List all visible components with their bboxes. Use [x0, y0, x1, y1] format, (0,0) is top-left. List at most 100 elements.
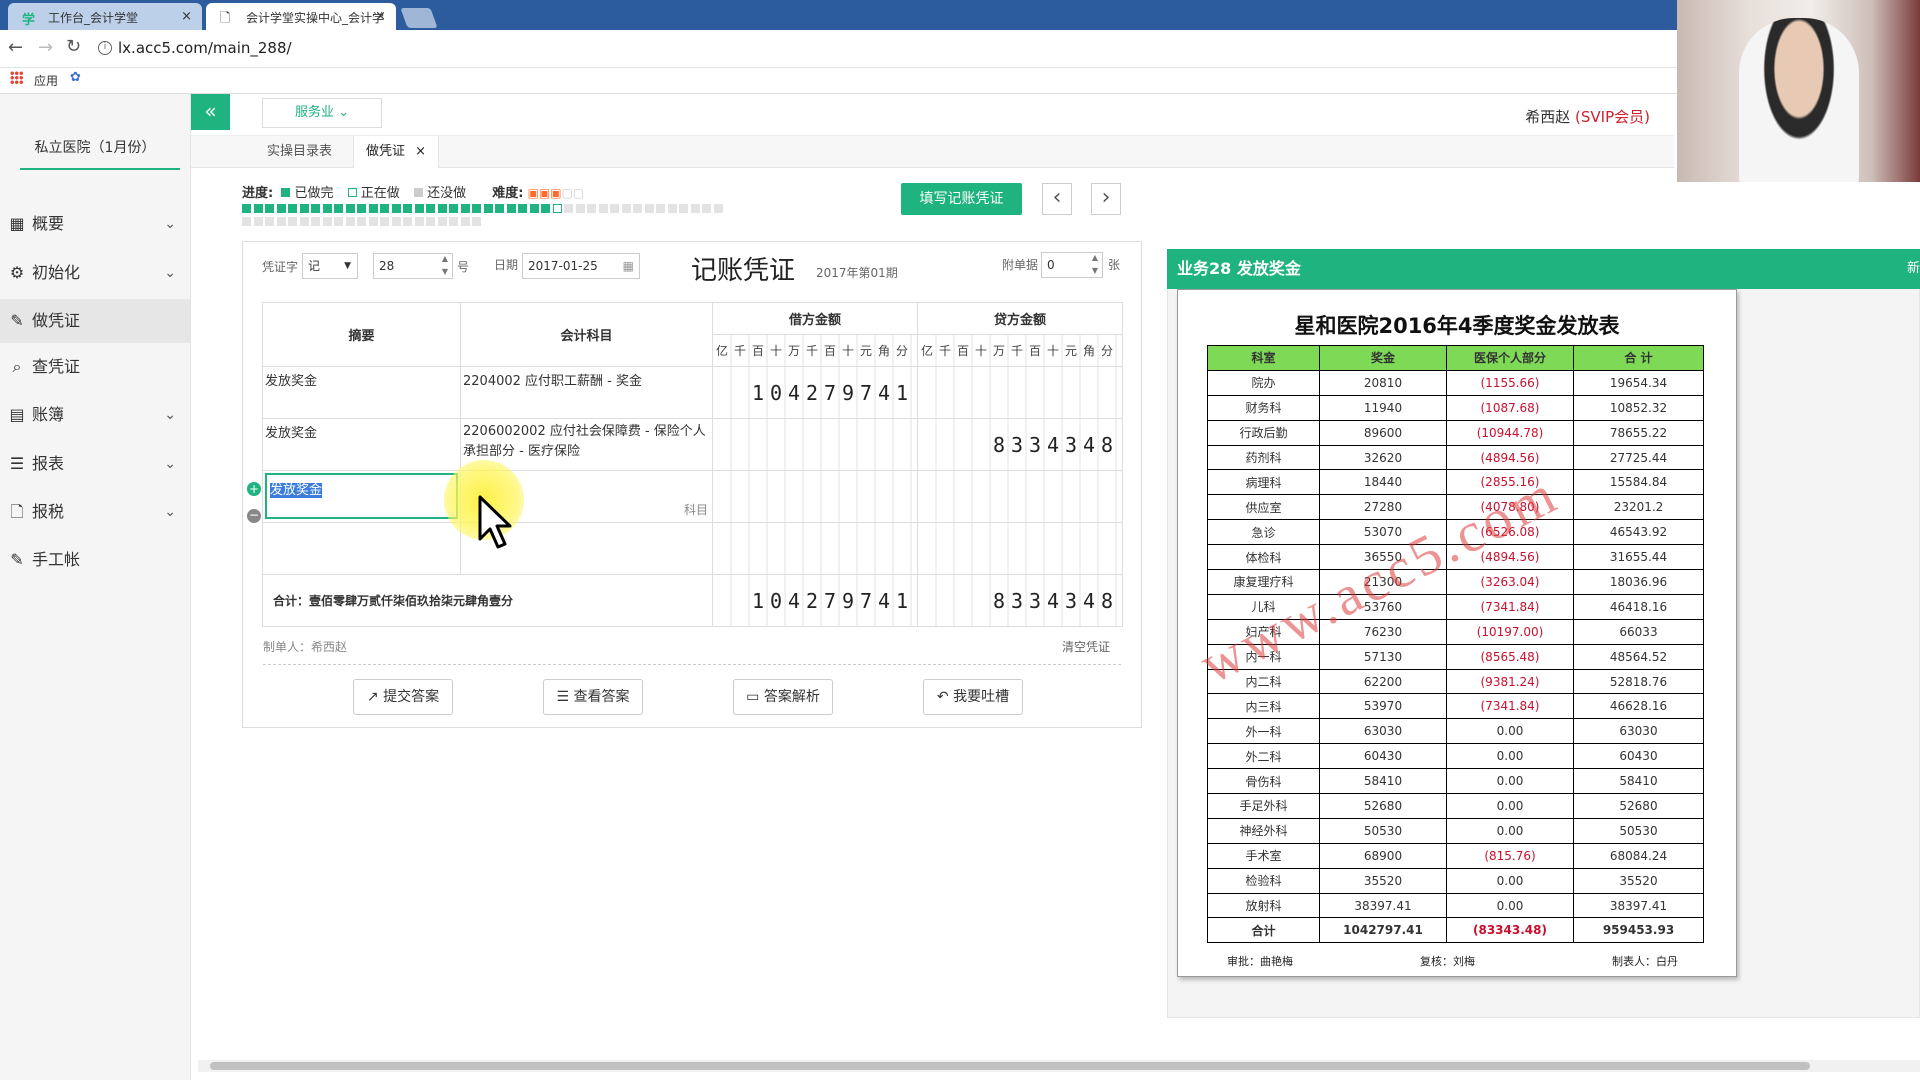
progress-square[interactable]	[483, 204, 493, 213]
progress-square[interactable]	[391, 217, 401, 226]
clear-voucher-link[interactable]: 清空凭证	[1062, 638, 1110, 655]
answer-analysis-button[interactable]: ▭ 答案解析	[733, 679, 833, 715]
debit-cell[interactable]	[712, 522, 918, 575]
progress-square[interactable]	[288, 217, 297, 226]
summary-cell[interactable]: 发放奖金	[262, 366, 461, 419]
voucher-entry-row[interactable]: 发放奖金 2206002002 应付社会保障费 - 保险个人承担部分 - 医疗保…	[262, 418, 1123, 471]
stepper-arrows-icon[interactable]: ▲ ▼	[1092, 251, 1098, 277]
horizontal-scrollbar[interactable]	[198, 1060, 1920, 1072]
progress-square[interactable]	[713, 204, 723, 213]
stepper-arrows-icon[interactable]: ▲ ▼	[442, 252, 448, 278]
url-text[interactable]: lx.acc5.com/main_288/	[118, 39, 292, 57]
attach-stepper[interactable]: 0 ▲ ▼	[1041, 252, 1103, 278]
progress-square[interactable]	[391, 204, 401, 213]
progress-square[interactable]	[644, 204, 654, 213]
baidu-paw-icon[interactable]: ✿	[70, 70, 81, 85]
browser-tab-workbench[interactable]: 学 工作台_会计学堂 ×	[8, 3, 202, 30]
progress-square[interactable]	[529, 204, 539, 213]
row-add-icon[interactable]: +	[247, 482, 261, 496]
progress-square[interactable]	[265, 204, 274, 213]
progress-square[interactable]	[253, 217, 263, 226]
progress-square[interactable]	[506, 204, 516, 213]
progress-square[interactable]	[276, 217, 286, 226]
progress-square[interactable]	[472, 204, 481, 213]
prev-button[interactable]: ‹	[1042, 183, 1072, 215]
progress-square[interactable]	[288, 204, 297, 213]
fill-voucher-button[interactable]: 填写记账凭证	[901, 183, 1022, 215]
sidebar-item-query-voucher[interactable]: ⌕ 查凭证	[0, 345, 190, 389]
progress-square[interactable]	[426, 204, 435, 213]
progress-square[interactable]	[311, 217, 320, 226]
progress-square[interactable]	[380, 217, 389, 226]
sidebar-item-init[interactable]: ⚙ 初始化 ⌄	[0, 251, 190, 295]
new-tab-button[interactable]	[400, 8, 438, 28]
sidebar-item-tax[interactable]: 🗋 报税 ⌄	[0, 490, 190, 534]
date-input[interactable]: 2017-01-25 ▦	[522, 253, 640, 279]
voucher-word-select[interactable]: 记 ▼	[302, 253, 358, 279]
company-name[interactable]: 私立医院（1月份）	[0, 137, 190, 157]
debit-cell[interactable]: 104279741	[712, 366, 918, 419]
progress-square[interactable]	[552, 204, 562, 213]
progress-square[interactable]	[322, 204, 332, 213]
browser-tab-practice[interactable]: 🗋 会计学堂实操中心_会计学 ×	[206, 3, 396, 30]
voucher-entry-row[interactable]	[262, 522, 1123, 575]
voucher-entry-row[interactable]: 发放奖金 2204002 应付职工薪酬 - 奖金 104279741	[262, 366, 1123, 419]
progress-square[interactable]	[276, 204, 286, 213]
progress-square[interactable]	[679, 204, 688, 213]
progress-square[interactable]	[242, 204, 251, 213]
scrollbar-thumb[interactable]	[210, 1062, 1810, 1070]
progress-square[interactable]	[311, 204, 320, 213]
collapse-sidebar-button[interactable]: «	[191, 94, 230, 130]
progress-square[interactable]	[437, 217, 447, 226]
row-remove-icon[interactable]: −	[247, 509, 261, 523]
progress-square[interactable]	[299, 204, 309, 213]
progress-square[interactable]	[322, 217, 332, 226]
progress-square[interactable]	[702, 204, 711, 213]
info-icon[interactable]: i	[98, 41, 112, 55]
calendar-icon[interactable]: ▦	[623, 254, 634, 278]
credit-cell[interactable]	[917, 366, 1123, 419]
progress-square[interactable]	[564, 204, 573, 213]
business-extra[interactable]: 新	[1907, 249, 1920, 289]
progress-square[interactable]	[690, 204, 700, 213]
progress-square[interactable]	[242, 217, 251, 226]
next-button[interactable]: ›	[1091, 183, 1121, 215]
apps-grid-icon[interactable]	[10, 71, 23, 84]
progress-square[interactable]	[357, 217, 366, 226]
debit-cell[interactable]	[712, 470, 918, 523]
voucher-number-stepper[interactable]: 28 ▲ ▼	[373, 253, 453, 279]
progress-square[interactable]	[403, 217, 412, 226]
progress-square[interactable]	[265, 217, 274, 226]
progress-square[interactable]	[667, 204, 677, 213]
debit-cell[interactable]	[712, 418, 918, 471]
progress-square[interactable]	[380, 204, 389, 213]
sidebar-item-ledger[interactable]: ▤ 账簿 ⌄	[0, 393, 190, 437]
user-info[interactable]: 希西赵 (SVIP会员)	[1525, 106, 1650, 127]
summary-cell[interactable]	[262, 522, 461, 575]
tab-close-icon[interactable]: ×	[375, 9, 386, 24]
sidebar-item-make-voucher[interactable]: ✎ 做凭证	[0, 299, 190, 343]
progress-square[interactable]	[541, 204, 550, 213]
summary-input-cell[interactable]: 发放奖金	[262, 470, 461, 523]
progress-square[interactable]	[414, 217, 424, 226]
progress-square[interactable]	[518, 204, 527, 213]
summary-cell[interactable]: 发放奖金	[262, 418, 461, 471]
tab-close-icon[interactable]: ×	[181, 9, 192, 24]
sidebar-item-reports[interactable]: ☰ 报表 ⌄	[0, 442, 190, 486]
progress-square[interactable]	[345, 204, 355, 213]
reload-icon[interactable]: ↻	[66, 36, 81, 57]
forward-icon[interactable]: →	[38, 37, 53, 58]
progress-square[interactable]	[437, 204, 447, 213]
progress-square[interactable]	[449, 204, 458, 213]
tab-catalog[interactable]: 实操目录表	[255, 136, 344, 168]
progress-square[interactable]	[598, 204, 608, 213]
progress-square[interactable]	[575, 204, 585, 213]
progress-square[interactable]	[460, 217, 470, 226]
tab-make-voucher[interactable]: 做凭证 ×	[353, 136, 440, 168]
progress-square[interactable]	[368, 204, 378, 213]
progress-square[interactable]	[426, 217, 435, 226]
sidebar-item-overview[interactable]: ▦ 概要 ⌄	[0, 202, 190, 246]
progress-square[interactable]	[403, 204, 412, 213]
progress-square[interactable]	[621, 204, 631, 213]
progress-square[interactable]	[414, 204, 424, 213]
